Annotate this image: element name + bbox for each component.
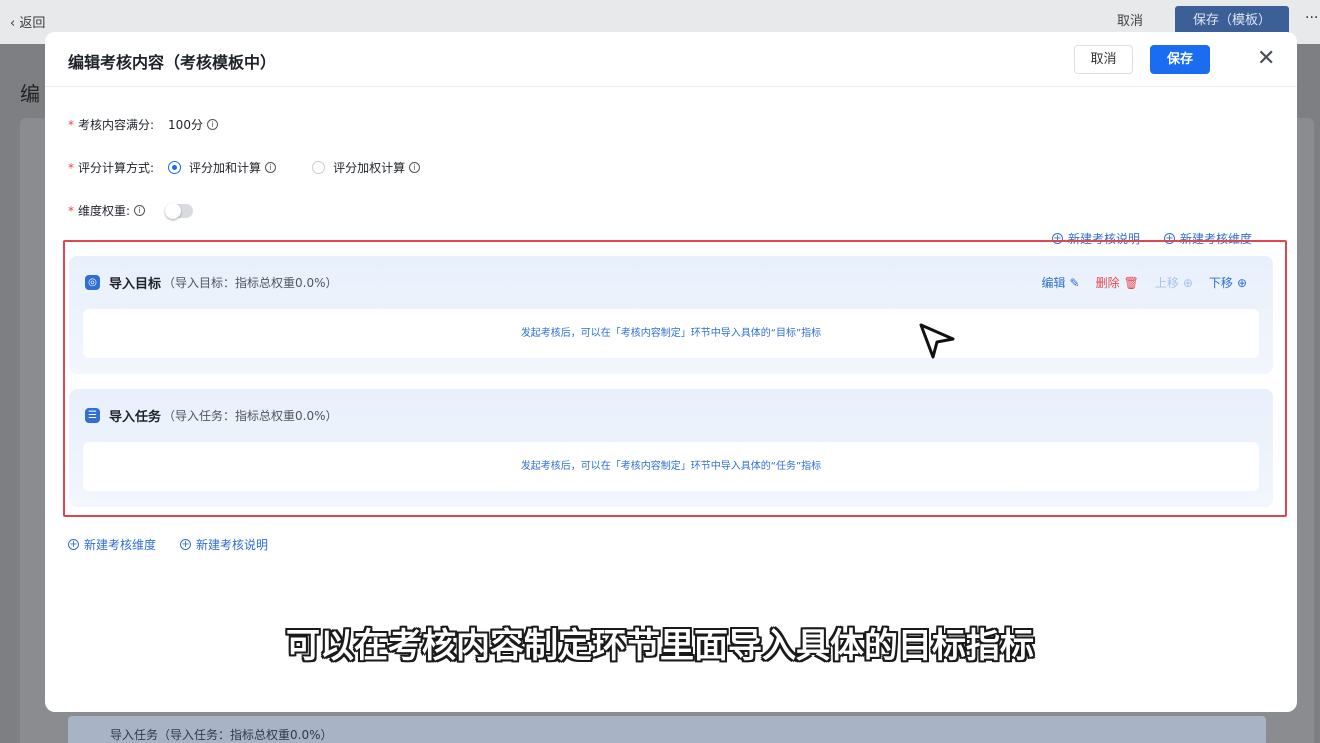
radio-sum-label: 评分加和计算	[189, 161, 262, 175]
save-button[interactable]: 保存	[1150, 45, 1210, 74]
info-icon[interactable]: i	[265, 162, 277, 173]
radio-unselected-icon[interactable]	[312, 161, 326, 174]
cancel-button[interactable]: 取消	[1074, 45, 1133, 74]
radio-sum[interactable]: 评分加和计算 i	[168, 159, 277, 176]
radio-selected-icon[interactable]	[168, 161, 182, 174]
new-note-label: 新建考核说明	[196, 538, 269, 552]
close-icon[interactable]: ✕	[1257, 47, 1275, 71]
edit-content-modal: 编辑考核内容（考核模板中） 取消 保存 ✕ * 考核内容满分: 100分 i *…	[45, 32, 1297, 712]
new-note-link[interactable]: + 新建考核说明	[180, 536, 268, 553]
video-subtitle: 可以在考核内容制定环节里面导入具体的目标指标	[286, 626, 1034, 666]
calc-method-label: 评分计算方式:	[78, 161, 155, 175]
radio-weighted[interactable]: 评分加权计算 i	[312, 159, 421, 176]
radio-weighted-label: 评分加权计算	[333, 161, 406, 175]
new-dimension-link[interactable]: + 新建考核维度	[68, 536, 156, 553]
dimension-weight-toggle[interactable]	[165, 202, 194, 219]
info-icon[interactable]: i	[409, 162, 421, 173]
info-icon[interactable]: i	[134, 205, 146, 216]
calc-method-row: * 评分计算方式: 评分加和计算 i 评分加权计算 i	[68, 159, 456, 176]
required-mark: *	[68, 203, 74, 218]
mouse-cursor-icon	[919, 323, 955, 359]
required-mark: *	[68, 160, 74, 175]
dimension-weight-row: * 维度权重: i	[68, 202, 194, 219]
background-dimension-row: 导入任务（导入任务：指标总权重0.0%）	[68, 716, 1266, 743]
more-icon[interactable]: ···	[1305, 10, 1318, 26]
full-score-row: * 考核内容满分: 100分 i	[68, 116, 218, 133]
back-link[interactable]: ‹ 返回	[10, 12, 45, 31]
required-mark: *	[68, 117, 74, 132]
full-score-value: 100分	[168, 118, 203, 132]
highlight-annotation-box	[63, 240, 1287, 517]
new-dimension-label: 新建考核维度	[84, 538, 157, 552]
back-label: 返回	[19, 16, 46, 31]
modal-title: 编辑考核内容（考核模板中）	[68, 53, 277, 72]
dimension-weight-label: 维度权重:	[78, 204, 131, 218]
bottom-link-group: + 新建考核维度 + 新建考核说明	[68, 536, 268, 553]
info-icon[interactable]: i	[206, 119, 218, 130]
background-page-title: 编	[20, 82, 40, 106]
plus-circle-icon: +	[68, 539, 79, 550]
full-score-label: 考核内容满分:	[78, 118, 155, 132]
modal-header: 编辑考核内容（考核模板中） 取消 保存 ✕	[45, 32, 1297, 87]
plus-circle-icon: +	[180, 539, 192, 550]
